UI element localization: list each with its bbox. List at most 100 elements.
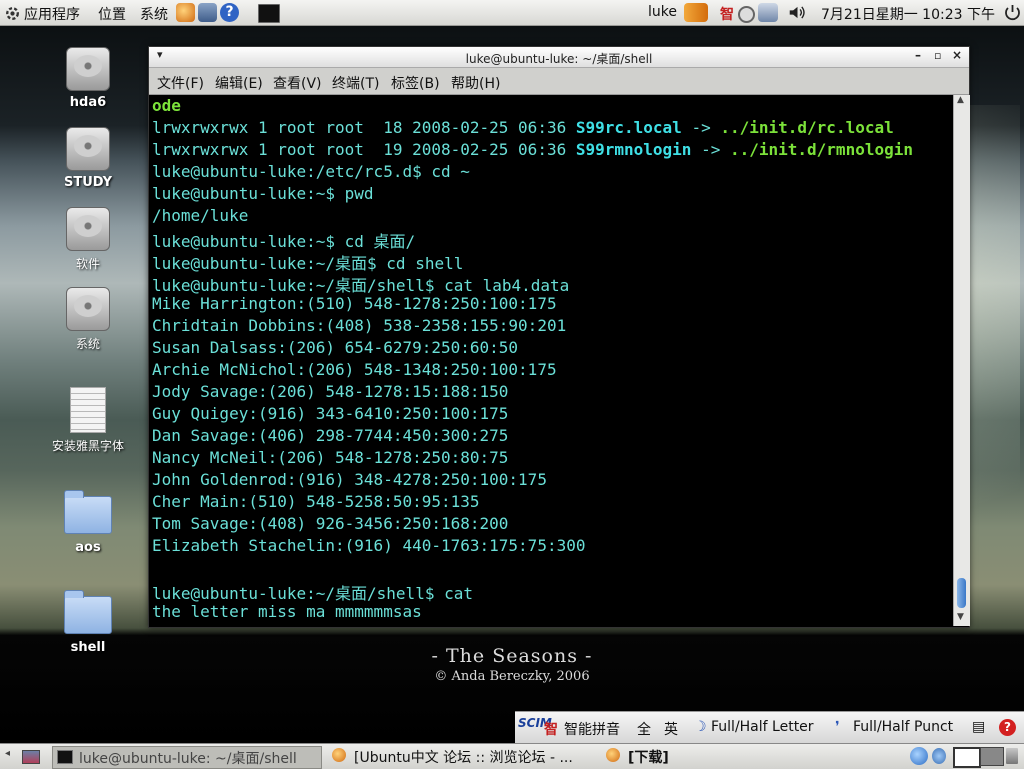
ime-punct-toggle[interactable]: Full/Half Punct xyxy=(853,719,953,735)
terminal-text: luke@ubuntu-luke:~$ cd 桌面/ xyxy=(152,232,416,251)
clock[interactable]: 7月21日星期一 10:23 下午 xyxy=(821,4,995,24)
ime-icon[interactable]: 智 xyxy=(720,4,734,24)
terminal-text: -> xyxy=(691,140,730,159)
terminal-icon[interactable] xyxy=(258,4,280,23)
desktop-icon-label: 软件 xyxy=(75,257,100,271)
menu-system[interactable]: 系统 xyxy=(140,4,168,24)
ime-full-width[interactable]: 全 xyxy=(637,719,651,739)
trash-icon[interactable] xyxy=(1006,748,1018,764)
terminal-text: lrwxrwxrwx 1 root root 18 2008-02-25 06:… xyxy=(152,118,576,137)
quote-icon: ❜ xyxy=(835,719,840,735)
network-monitor-icon[interactable] xyxy=(758,3,778,22)
record-icon[interactable] xyxy=(738,6,755,23)
web-browser-icon[interactable] xyxy=(176,3,195,22)
moon-icon: ☽ xyxy=(694,719,707,735)
menu-help[interactable]: 帮助(H) xyxy=(451,73,500,93)
minimize-icon[interactable]: – xyxy=(915,48,921,62)
ime-mode[interactable]: 智能拼音 xyxy=(564,719,620,739)
terminal-line: Susan Dalsass:(206) 654-6279:250:60:50 xyxy=(152,338,518,357)
taskbar-label: luke@ubuntu-luke: ~/桌面/shell xyxy=(79,751,297,767)
desktop-icon-hda6[interactable]: hda6 xyxy=(33,47,143,110)
browser-indicator-icon[interactable] xyxy=(910,747,928,765)
terminal-text: /home/luke xyxy=(152,206,249,225)
maximize-icon[interactable]: ▫ xyxy=(934,49,941,62)
desktop-icon-study[interactable]: STUDY xyxy=(33,127,143,190)
terminal-icon xyxy=(57,750,73,764)
mail-icon[interactable] xyxy=(198,3,217,22)
terminal-text: luke@ubuntu-luke:~/桌面$ cd shell xyxy=(152,254,464,273)
terminal-line: luke@ubuntu-luke:~/桌面/shell$ cat xyxy=(152,580,473,604)
close-icon[interactable]: × xyxy=(952,48,962,62)
terminal-text: Archie McNichol:(206) 548-1348:250:100:1… xyxy=(152,360,557,379)
terminal-text: Tom Savage:(408) 926-3456:250:168:200 xyxy=(152,514,509,533)
desktop-icon-label: aos xyxy=(75,540,101,555)
show-desktop-icon[interactable] xyxy=(22,750,40,764)
scroll-left-icon[interactable]: ◂ xyxy=(5,748,10,759)
terminal-line: Chridtain Dobbins:(408) 538-2358:155:90:… xyxy=(152,316,566,335)
terminal-line: Nancy McNeil:(206) 548-1278:250:80:75 xyxy=(152,448,508,467)
terminal-output[interactable]: ode lrwxrwxrwx 1 root root 18 2008-02-25 … xyxy=(149,95,953,626)
network-icon[interactable] xyxy=(684,3,708,22)
taskbar-item-browser[interactable]: [Ubuntu中文 论坛 :: 浏览论坛 - ... xyxy=(328,746,596,767)
document-icon xyxy=(70,387,106,433)
workspace-2[interactable] xyxy=(980,747,1004,766)
scroll-thumb[interactable] xyxy=(957,578,966,608)
menu-bar: 文件(F) 编辑(E) 查看(V) 终端(T) 标签(B) 帮助(H) xyxy=(149,68,969,95)
volume-icon[interactable] xyxy=(788,3,807,22)
ime-letter-toggle[interactable]: Full/Half Letter xyxy=(711,719,814,735)
terminal-line: ode xyxy=(152,96,181,115)
taskbar-label: [下载] xyxy=(628,750,669,766)
ime-help-icon[interactable]: ? xyxy=(999,719,1016,736)
power-icon[interactable] xyxy=(1003,3,1022,22)
menu-file[interactable]: 文件(F) xyxy=(157,73,204,93)
scroll-up-icon[interactable]: ▲ xyxy=(957,95,964,105)
terminal-line: Jody Savage:(206) 548-1278:15:188:150 xyxy=(152,382,508,401)
launcher-icon[interactable] xyxy=(3,4,22,23)
desktop-icon-label: 安装雅黑字体 xyxy=(51,439,124,453)
ime-language[interactable]: 英 xyxy=(664,719,678,739)
desktop-icon-label: STUDY xyxy=(63,175,113,190)
menu-places[interactable]: 位置 xyxy=(98,4,126,24)
menu-view[interactable]: 查看(V) xyxy=(273,73,322,93)
terminal-text: ../init.d/rc.local xyxy=(720,118,894,137)
terminal-text: luke@ubuntu-luke:~/桌面/shell$ cat xyxy=(152,584,473,603)
window-title: luke@ubuntu-luke: ~/桌面/shell xyxy=(465,52,653,66)
ime-toolbar: SCIM 智 智能拼音 全 英 ☽ Full/Half Letter ❜ Ful… xyxy=(515,711,1024,744)
desktop-icon-aos[interactable]: aos xyxy=(33,490,143,555)
terminal-line: luke@ubuntu-luke:/etc/rc5.d$ cd ~ xyxy=(152,162,470,181)
taskbar-label: [Ubuntu中文 论坛 :: 浏览论坛 - ... xyxy=(354,750,573,766)
terminal-line: luke@ubuntu-luke:~/桌面$ cd shell xyxy=(152,250,463,274)
menu-tabs[interactable]: 标签(B) xyxy=(391,73,440,93)
terminal-window[interactable]: ▾ luke@ubuntu-luke: ~/桌面/shell – ▫ × 文件(… xyxy=(148,46,970,628)
terminal-line: Archie McNichol:(206) 548-1348:250:100:1… xyxy=(152,360,557,379)
taskbar-item-terminal[interactable]: luke@ubuntu-luke: ~/桌面/shell xyxy=(52,746,322,769)
terminal-text: -> xyxy=(681,118,721,137)
title-bar[interactable]: ▾ luke@ubuntu-luke: ~/桌面/shell – ▫ × xyxy=(149,47,969,68)
workspace-1[interactable] xyxy=(953,747,981,768)
help-icon[interactable]: ? xyxy=(220,3,239,22)
desktop-icon-install-font[interactable]: 安装雅黑字体 xyxy=(33,387,143,454)
terminal-text: luke@ubuntu-luke:~$ pwd xyxy=(152,184,374,203)
taskbar-item-downloads[interactable]: [下载] xyxy=(602,746,722,767)
terminal-line: luke@ubuntu-luke:~$ pwd xyxy=(152,184,374,203)
desktop-icon-software[interactable]: 软件 xyxy=(33,207,143,272)
terminal-line: lrwxrwxrwx 1 root root 19 2008-02-25 06:… xyxy=(152,140,913,159)
terminal-text: Susan Dalsass:(206) 654-6279:250:60:50 xyxy=(152,338,519,357)
ime-setup-icon[interactable]: ▤ xyxy=(972,719,985,735)
scrollbar[interactable]: ▲ ▼ xyxy=(953,95,970,626)
menu-terminal[interactable]: 终端(T) xyxy=(332,73,379,93)
notify-icon[interactable] xyxy=(932,748,946,764)
scroll-down-icon[interactable]: ▼ xyxy=(957,612,964,622)
top-panel: 应用程序 位置 系统 ? luke 智 7月21日星期一 10:23 下午 xyxy=(0,0,1024,26)
drive-icon xyxy=(66,207,110,251)
menu-applications[interactable]: 应用程序 xyxy=(24,4,80,24)
desktop-icon-system[interactable]: 系统 xyxy=(33,287,143,352)
desktop-icon-label: 系统 xyxy=(75,337,100,351)
menu-edit[interactable]: 编辑(E) xyxy=(215,73,263,93)
terminal-line: Cher Main:(510) 548-5258:50:95:135 xyxy=(152,492,480,511)
terminal-text: Elizabeth Stachelin:(916) 440-1763:175:7… xyxy=(152,536,586,555)
wallpaper-caption: - The Seasons - © Anda Bereczky, 2006 xyxy=(0,645,1024,684)
user-name[interactable]: luke xyxy=(648,4,677,20)
ime-smart-icon[interactable]: 智 xyxy=(544,719,558,739)
desktop-icon-label: hda6 xyxy=(69,95,107,110)
